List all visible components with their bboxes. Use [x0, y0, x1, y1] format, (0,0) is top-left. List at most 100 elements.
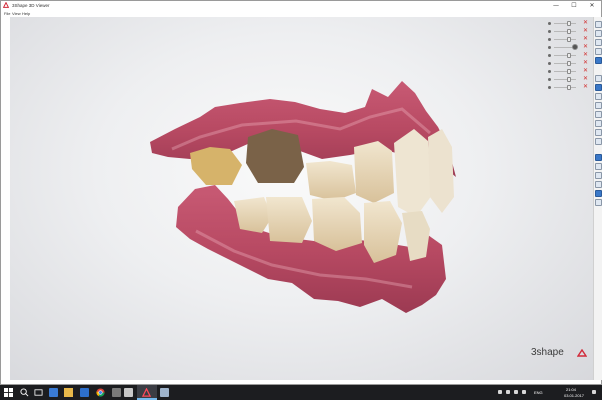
battery-icon[interactable] [522, 390, 526, 394]
right-toolbar [593, 17, 602, 380]
tool-view-back-icon[interactable] [595, 120, 602, 127]
dental-scan-model[interactable] [10, 17, 593, 380]
tool-view-iso-icon[interactable] [595, 129, 602, 136]
opacity-slider[interactable] [554, 39, 576, 40]
remove-layer-icon[interactable]: ✕ [583, 19, 588, 26]
tool-view-left-icon[interactable] [595, 102, 602, 109]
brand-logo-text: 3shape [531, 347, 564, 358]
windows-start-icon[interactable] [4, 388, 13, 397]
windows-taskbar: ENG 21:04 03.01.2017 [0, 385, 602, 400]
layer-row: ✕ [546, 51, 592, 59]
visibility-icon[interactable] [548, 54, 551, 57]
taskbar-3shape-viewer[interactable] [137, 385, 157, 400]
tool-measure-icon[interactable] [595, 138, 602, 145]
remove-layer-icon[interactable]: ✕ [583, 67, 588, 74]
tool-page-icon[interactable] [595, 30, 602, 37]
tool-check-icon[interactable] [595, 199, 602, 206]
visibility-icon[interactable] [548, 38, 551, 41]
network-icon[interactable] [506, 390, 510, 394]
chrome-icon[interactable] [96, 388, 105, 397]
layer-row: ✕ [546, 75, 592, 83]
close-button[interactable]: ✕ [586, 1, 598, 10]
search-icon[interactable] [20, 388, 29, 397]
clock-time[interactable]: 21:04 [566, 387, 576, 392]
language-indicator[interactable]: ENG [534, 390, 543, 395]
remove-layer-icon[interactable]: ✕ [583, 51, 588, 58]
settings-gear-icon[interactable] [112, 388, 121, 397]
remove-layer-icon[interactable]: ✕ [583, 43, 588, 50]
tool-view-bottom-icon[interactable] [595, 93, 602, 100]
remove-layer-icon[interactable]: ✕ [583, 27, 588, 34]
app-icon[interactable] [160, 388, 169, 397]
opacity-slider[interactable] [554, 31, 576, 32]
visibility-icon[interactable] [548, 78, 551, 81]
remove-layer-icon[interactable]: ✕ [583, 59, 588, 66]
tool-image-icon[interactable] [595, 48, 602, 55]
clock-date[interactable]: 03.01.2017 [564, 393, 584, 398]
layer-row: ✕ [546, 19, 592, 27]
tool-view-right-icon[interactable] [595, 111, 602, 118]
visibility-icon[interactable] [548, 70, 551, 73]
remove-layer-icon[interactable]: ✕ [583, 35, 588, 42]
visibility-icon[interactable] [548, 46, 551, 49]
slider-knob[interactable] [567, 21, 571, 26]
3d-viewport[interactable]: ✕ ✕ ✕ ✕ ✕ ✕ ✕ ✕ ✕ 3shape [10, 17, 593, 380]
tool-stack-icon[interactable] [595, 39, 602, 46]
tool-view-front-icon[interactable] [595, 75, 602, 82]
remove-layer-icon[interactable]: ✕ [583, 75, 588, 82]
opacity-slider[interactable] [554, 23, 576, 24]
notification-icon[interactable] [592, 390, 596, 394]
slider-knob[interactable] [567, 85, 571, 90]
opacity-slider[interactable] [554, 55, 576, 56]
3shape-logo-icon [577, 349, 587, 357]
volume-icon[interactable] [514, 390, 518, 394]
3shape-app-icon [3, 2, 9, 8]
visibility-icon[interactable] [548, 86, 551, 89]
tool-pen-icon[interactable] [595, 154, 602, 161]
tool-annotate-icon[interactable] [595, 181, 602, 188]
edge-icon[interactable] [49, 388, 58, 397]
tool-view-top-icon[interactable] [595, 84, 602, 91]
layer-panel: ✕ ✕ ✕ ✕ ✕ ✕ ✕ ✕ ✕ [546, 19, 592, 92]
slider-knob[interactable] [567, 53, 571, 58]
tool-select-icon[interactable] [595, 21, 602, 28]
tool-brush-icon[interactable] [595, 190, 602, 197]
visibility-icon[interactable] [548, 30, 551, 33]
layer-row: ✕ [546, 67, 592, 75]
slider-knob[interactable] [567, 77, 571, 82]
menu-view[interactable]: View [12, 10, 21, 17]
slider-knob[interactable] [567, 61, 571, 66]
slider-knob[interactable] [567, 69, 571, 74]
layer-row: ✕ [546, 43, 592, 51]
app-window: 3Shape 3D Viewer — ☐ ✕ File View Help ✕ … [0, 0, 602, 385]
visibility-icon[interactable] [548, 62, 551, 65]
store-icon[interactable] [80, 388, 89, 397]
opacity-slider[interactable] [554, 71, 576, 72]
menu-file[interactable]: File [4, 10, 10, 17]
tool-edit-icon[interactable] [595, 172, 602, 179]
minimize-button[interactable]: — [550, 1, 562, 10]
layer-row: ✕ [546, 83, 592, 91]
tray-chevron-icon[interactable] [498, 390, 502, 394]
layer-row: ✕ [546, 27, 592, 35]
title-bar[interactable]: 3Shape 3D Viewer — ☐ ✕ [1, 1, 601, 10]
maximize-button[interactable]: ☐ [568, 1, 580, 10]
remove-layer-icon[interactable]: ✕ [583, 83, 588, 90]
opacity-slider[interactable] [554, 87, 576, 88]
opacity-slider[interactable] [554, 63, 576, 64]
app-icon[interactable] [124, 388, 133, 397]
opacity-slider[interactable] [554, 79, 576, 80]
layer-row: ✕ [546, 35, 592, 43]
menu-help[interactable]: Help [22, 10, 30, 17]
window-title: 3Shape 3D Viewer [12, 3, 50, 8]
layer-row: ✕ [546, 59, 592, 67]
slider-knob[interactable] [567, 29, 571, 34]
file-explorer-icon[interactable] [64, 388, 73, 397]
task-view-icon[interactable] [34, 388, 43, 397]
tool-copy-icon[interactable] [595, 163, 602, 170]
3shape-taskbar-icon [142, 388, 151, 397]
slider-knob[interactable] [567, 37, 571, 42]
visibility-icon[interactable] [548, 22, 551, 25]
tool-cube-icon[interactable] [595, 57, 602, 64]
sphere-icon[interactable] [572, 44, 578, 50]
